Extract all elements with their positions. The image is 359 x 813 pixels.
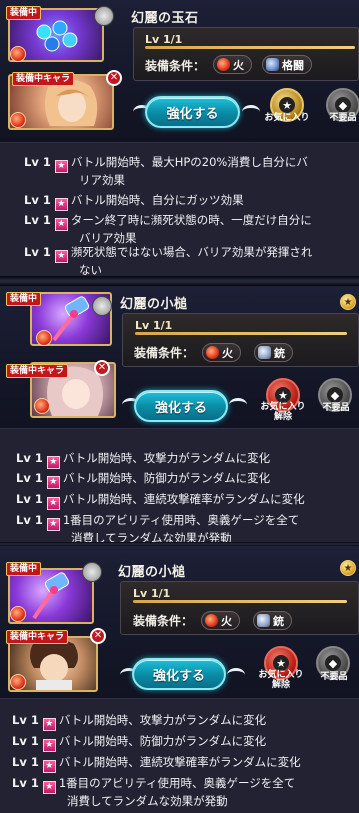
fire-element-icon bbox=[10, 606, 26, 622]
skill-star-icon: ★ bbox=[42, 781, 56, 794]
fire-icon bbox=[206, 346, 219, 359]
item-panel-2: 装備中 装備中キャラ ✕ 幻麗の小槌 ★ Lv 1/1 装備条件： 火 銃 強化… bbox=[0, 286, 359, 428]
unneeded-label: 不要品 bbox=[329, 113, 357, 123]
skill-star-icon: ★ bbox=[54, 160, 68, 173]
skill-item: Lv 1 ★ バトル開始時、攻撃力がランダムに変化 bbox=[12, 713, 267, 731]
fire-element-icon bbox=[10, 46, 26, 62]
skill-list-2: Lv 1 ★ バトル開始時、攻撃力がランダムに変化 Lv 1 ★ バトル開始時、防御力が… bbox=[0, 428, 359, 545]
favorite-release-label: お気に入り 解除 bbox=[260, 402, 306, 422]
gun-icon bbox=[258, 346, 271, 359]
element-condition-badge: 火 bbox=[202, 343, 241, 362]
equip-condition-label: 装備条件： bbox=[133, 614, 194, 628]
enhance-button[interactable]: 強化する bbox=[134, 390, 228, 422]
unneeded-label: 不要品 bbox=[322, 403, 350, 413]
skill-list-3: Lv 1 ★ バトル開始時、攻撃力がランダムに変化 Lv 1 ★ バトル開始時、防御力が… bbox=[0, 698, 359, 813]
gem-icon: ◆ bbox=[335, 97, 351, 113]
fire-icon bbox=[217, 58, 230, 71]
fist-icon bbox=[266, 58, 279, 71]
wing-decoration-right bbox=[242, 105, 260, 119]
lock-icon[interactable] bbox=[82, 562, 102, 582]
skill-star-icon: ★ bbox=[54, 198, 68, 211]
lock-icon[interactable] bbox=[94, 6, 114, 26]
weapon-condition-badge: 格闘 bbox=[262, 55, 312, 74]
favorite-star-badge: ★ bbox=[340, 294, 356, 310]
item-level: Lv 1/1 bbox=[135, 319, 173, 332]
skill-item: Lv 1 ★ 1番目のアビリティ使用時、奥義ゲージを全て 消費してランダムな効果が発… bbox=[16, 513, 300, 545]
equipped-tag: 装備中 bbox=[6, 562, 42, 576]
skill-item: Lv 1 ★ バトル開始時、連続攻撃確率がランダムに変化 bbox=[16, 492, 305, 510]
gem-icon: ◆ bbox=[327, 387, 343, 403]
item-name: 幻麗の玉石 bbox=[131, 11, 199, 26]
skill-item: Lv 1 ★ ターン終了時に瀕死状態の時、一度だけ自分に バリア効果 bbox=[24, 213, 312, 245]
star-icon: ★ bbox=[279, 97, 295, 113]
weapon-condition-badge: 銃 bbox=[254, 343, 293, 362]
skill-star-icon: ★ bbox=[54, 250, 68, 263]
unequip-close-icon[interactable]: ✕ bbox=[90, 628, 106, 644]
level-progress-bar bbox=[135, 332, 347, 335]
wing-decoration-right bbox=[227, 668, 245, 682]
star-icon: ★ bbox=[275, 387, 291, 403]
wing-decoration-right bbox=[229, 398, 247, 412]
equipped-character-tag: 装備中キャラ bbox=[6, 364, 69, 378]
equipped-tag: 装備中 bbox=[6, 6, 42, 20]
skill-item: Lv 1 ★ バトル開始時、連続攻撃確率がランダムに変化 bbox=[12, 755, 301, 773]
favorite-label: お気に入り bbox=[264, 113, 310, 123]
equipped-character-tag: 装備中キャラ bbox=[12, 72, 75, 86]
lock-icon[interactable] bbox=[92, 296, 112, 316]
favorite-star-badge: ★ bbox=[340, 560, 356, 576]
fire-element-icon bbox=[34, 398, 50, 414]
unequip-close-icon[interactable]: ✕ bbox=[94, 360, 110, 376]
skill-star-icon: ★ bbox=[54, 218, 68, 231]
skill-item: Lv 1 ★ バトル開始時、最大HPの20%消費し自分にバ リア効果 bbox=[24, 155, 308, 187]
skill-list-1: Lv 1 ★ バトル開始時、最大HPの20%消費し自分にバ リア効果 Lv 1 ★ バト… bbox=[0, 142, 359, 277]
equipped-tag: 装備中 bbox=[6, 292, 42, 306]
level-progress-bar bbox=[145, 46, 355, 49]
skill-item: Lv 1 ★ 1番目のアビリティ使用時、奥義ゲージを全て 消費してランダムな効果が発… bbox=[12, 776, 296, 808]
item-panel-3: 装備中 装備中キャラ ✕ 幻麗の小槌 ★ Lv 1/1 装備条件： 火 銃 強化… bbox=[0, 546, 359, 698]
skill-star-icon: ★ bbox=[42, 739, 56, 752]
gun-icon bbox=[257, 614, 270, 627]
skill-item: Lv 1 ★ バトル開始時、防御力がランダムに変化 bbox=[16, 471, 271, 489]
skill-item: Lv 1 ★ バトル開始時、攻撃力がランダムに変化 bbox=[16, 451, 271, 469]
item-level: Lv 1/1 bbox=[133, 587, 171, 600]
item-level: Lv 1/1 bbox=[145, 33, 183, 46]
level-progress-bar bbox=[133, 600, 347, 603]
item-panel-1: 装備中 装備中キャラ ✕ 幻麗の玉石 Lv 1/1 装備条件： 火 格闘 強化す… bbox=[0, 0, 359, 142]
enhance-button[interactable]: 強化する bbox=[145, 96, 240, 128]
element-condition-badge: 火 bbox=[213, 55, 252, 74]
skill-star-icon: ★ bbox=[42, 760, 56, 773]
item-name: 幻麗の小槌 bbox=[120, 297, 188, 312]
gem-icon: ◆ bbox=[325, 655, 341, 671]
equip-condition-label: 装備条件： bbox=[134, 346, 195, 360]
skill-item: Lv 1 ★ バトル開始時、自分にガッツ効果 bbox=[24, 193, 244, 211]
favorite-release-label: お気に入り 解除 bbox=[258, 670, 304, 690]
unneeded-label: 不要品 bbox=[320, 672, 348, 682]
skill-star-icon: ★ bbox=[46, 518, 60, 531]
item-name: 幻麗の小槌 bbox=[118, 565, 186, 580]
enhance-button[interactable]: 強化する bbox=[132, 658, 226, 690]
fire-icon bbox=[205, 614, 218, 627]
skill-star-icon: ★ bbox=[46, 476, 60, 489]
fire-element-icon bbox=[10, 674, 26, 690]
star-icon: ★ bbox=[273, 655, 289, 671]
unequip-close-icon[interactable]: ✕ bbox=[106, 70, 122, 86]
fire-element-icon bbox=[10, 112, 26, 128]
skill-star-icon: ★ bbox=[46, 497, 60, 510]
equip-condition-label: 装備条件： bbox=[145, 59, 206, 73]
element-condition-badge: 火 bbox=[201, 611, 240, 630]
weapon-condition-badge: 銃 bbox=[253, 611, 292, 630]
equipped-character-tag: 装備中キャラ bbox=[6, 630, 69, 644]
fire-element-icon bbox=[36, 330, 52, 346]
skill-item: Lv 1 ★ バトル開始時、防御力がランダムに変化 bbox=[12, 734, 267, 752]
skill-star-icon: ★ bbox=[42, 718, 56, 731]
skill-star-icon: ★ bbox=[46, 456, 60, 469]
skill-item: Lv 1 ★ 瀕死状態ではない場合、バリア効果が発揮され ない bbox=[24, 245, 313, 277]
panel-divider bbox=[0, 276, 359, 286]
